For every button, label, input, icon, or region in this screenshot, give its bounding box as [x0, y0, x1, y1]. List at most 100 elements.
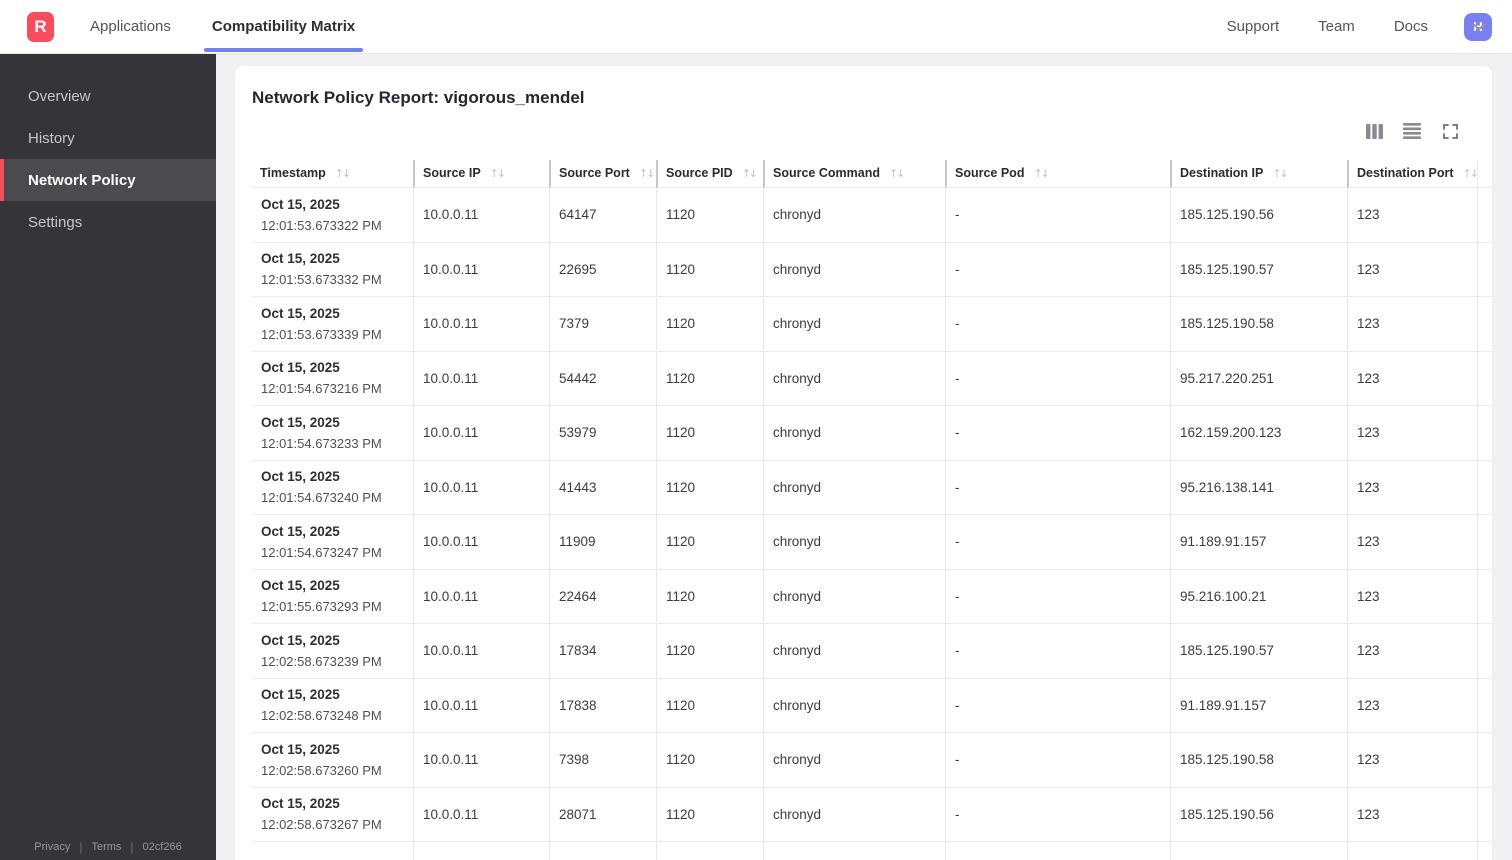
app-logo[interactable]: R [27, 11, 54, 42]
source-command-cell: chronyd [763, 188, 945, 243]
source-ip-cell: 10.0.0.11 [413, 787, 549, 842]
nav-item-team[interactable]: Team [1318, 18, 1355, 35]
sidebar-item-network-policy[interactable]: Network Policy [0, 159, 216, 201]
source-ip-cell: 10.0.0.11 [413, 406, 549, 461]
sidebar-item-settings[interactable]: Settings [0, 201, 216, 243]
report-card: Network Policy Report: vigorous_mendel T… [235, 66, 1492, 860]
source-pid-cell: 1120 [656, 242, 763, 297]
nav-item-docs[interactable]: Docs [1394, 18, 1428, 35]
source-port-cell: 17838 [549, 678, 656, 733]
column-header-source-port[interactable]: Source Port ↑↓ [549, 160, 656, 188]
source-ip-cell: 10.0.0.11 [413, 515, 549, 570]
source-port-cell: 41443 [549, 460, 656, 515]
source-port-cell: 7398 [549, 733, 656, 788]
nav-item-applications[interactable]: Applications [90, 18, 171, 35]
sort-icon: ↑↓ [1272, 166, 1289, 180]
destination-port-cell: 123 [1347, 188, 1477, 243]
source-pid-cell: 1120 [656, 624, 763, 679]
table-filler-cell [1477, 297, 1492, 352]
column-header-destination-port[interactable]: Destination Port ↑↓ [1347, 160, 1477, 188]
source-pid-cell: 1120 [656, 678, 763, 733]
table-row: Oct 15, 2025 12:01:54.673233 PM 10.0.0.11 5… [252, 406, 1492, 461]
column-header-destination-ip[interactable]: Destination IP ↑↓ [1170, 160, 1347, 188]
columns-icon[interactable] [1365, 122, 1383, 140]
rows-icon[interactable] [1403, 122, 1421, 140]
destination-ip-cell: 185.125.190.58 [1170, 733, 1347, 788]
source-command-cell: chronyd [763, 297, 945, 352]
destination-ip-cell: 185.125.190.56 [1170, 787, 1347, 842]
source-pod-cell: - [945, 351, 1170, 406]
destination-port-cell [1347, 842, 1477, 860]
source-port-cell: 53979 [549, 406, 656, 461]
source-command-cell: chronyd [763, 624, 945, 679]
timestamp-cell: Oct 15, 2025 12:01:53.673339 PM [252, 297, 413, 352]
fullscreen-icon[interactable] [1441, 122, 1459, 140]
nav-item-support[interactable]: Support [1227, 18, 1280, 35]
source-pod-cell: - [945, 678, 1170, 733]
source-port-cell: 28071 [549, 787, 656, 842]
column-header-label: Timestamp [260, 165, 326, 180]
source-pid-cell: 1120 [656, 460, 763, 515]
source-pod-cell: - [945, 297, 1170, 352]
timestamp-cell: Oct 15, 2025 12:01:53.673332 PM [252, 243, 413, 297]
destination-ip-cell: 91.189.91.157 [1170, 678, 1347, 733]
terms-link[interactable]: Terms [91, 841, 121, 853]
column-header-label: Destination Port [1357, 165, 1454, 180]
chevron-down-icon[interactable] [1471, 19, 1487, 35]
table-filler-cell [1477, 460, 1492, 515]
source-pid-cell: 1120 [656, 297, 763, 352]
destination-ip-cell: 162.159.200.123 [1170, 406, 1347, 461]
destination-port-cell: 123 [1347, 569, 1477, 624]
source-pod-cell: - [945, 188, 1170, 243]
sort-icon: ↑↓ [1462, 166, 1477, 180]
source-command-cell: chronyd [763, 242, 945, 297]
table-filler-cell [1477, 188, 1492, 243]
source-ip-cell: 10.0.0.11 [413, 460, 549, 515]
column-header-timestamp[interactable]: Timestamp ↑↓ [252, 160, 413, 188]
destination-ip-cell [1170, 842, 1347, 860]
column-header-source-pid[interactable]: Source PID ↑↓ [656, 160, 763, 188]
source-pid-cell: 1120 [656, 188, 763, 243]
table-filler-cell [1477, 242, 1492, 297]
source-pod-cell: - [945, 460, 1170, 515]
table-row: Oct 15, 2025 12:02:58.673248 PM 10.0.0.11 1… [252, 678, 1492, 733]
source-pid-cell: 1120 [656, 569, 763, 624]
column-header-source-command[interactable]: Source Command ↑↓ [763, 160, 945, 188]
source-command-cell: chronyd [763, 569, 945, 624]
privacy-link[interactable]: Privacy [34, 841, 70, 853]
column-header-label: Source Command [773, 165, 880, 180]
timestamp-cell: Oct 15, 2025 12:01:54.673247 PM [252, 515, 413, 570]
table-toolbar [1365, 122, 1459, 140]
source-port-cell: 22695 [549, 242, 656, 297]
column-header-source-ip[interactable]: Source IP ↑↓ [413, 160, 549, 188]
source-pid-cell: 1120 [656, 351, 763, 406]
source-ip-cell [413, 842, 549, 860]
source-command-cell [763, 842, 945, 860]
column-header-filler [1477, 160, 1492, 188]
source-pod-cell: - [945, 733, 1170, 788]
column-header-label: Source IP [423, 165, 481, 180]
page-title: Network Policy Report: vigorous_mendel [252, 88, 585, 107]
timestamp-cell: Oct 15, 2025 12:01:55.673293 PM [252, 570, 413, 624]
column-header-source-pod[interactable]: Source Pod ↑↓ [945, 160, 1170, 188]
table-row: Oct 15, 2025 12:01:54.673247 PM 10.0.0.11 1… [252, 515, 1492, 570]
table-filler-cell [1477, 351, 1492, 406]
column-header-label: Source PID [666, 165, 733, 180]
source-command-cell: chronyd [763, 733, 945, 788]
table-header-row: Timestamp ↑↓ Source IP ↑↓ Source Port ↑↓ So… [252, 160, 1492, 188]
source-pid-cell: 1120 [656, 787, 763, 842]
destination-port-cell: 123 [1347, 787, 1477, 842]
table-row: Oct 15, 2025 12:02:58.673239 PM 10.0.0.11 1… [252, 624, 1492, 679]
nav-item-compatibility-matrix[interactable]: Compatibility Matrix [203, 0, 364, 54]
destination-ip-cell: 185.125.190.57 [1170, 242, 1347, 297]
table-filler-cell [1477, 569, 1492, 624]
sidebar-item-history[interactable]: History [0, 117, 216, 159]
source-pid-cell [656, 842, 763, 860]
destination-ip-cell: 95.216.138.141 [1170, 460, 1347, 515]
destination-ip-cell: 91.189.91.157 [1170, 515, 1347, 570]
sidebar-item-overview[interactable]: Overview [0, 75, 216, 117]
table-row: Oct 15, 2025 12:01:53.673339 PM 10.0.0.11 7… [252, 297, 1492, 352]
source-command-cell: chronyd [763, 351, 945, 406]
source-command-cell: chronyd [763, 787, 945, 842]
timestamp-cell: Oct 15, 2025 [252, 842, 413, 860]
